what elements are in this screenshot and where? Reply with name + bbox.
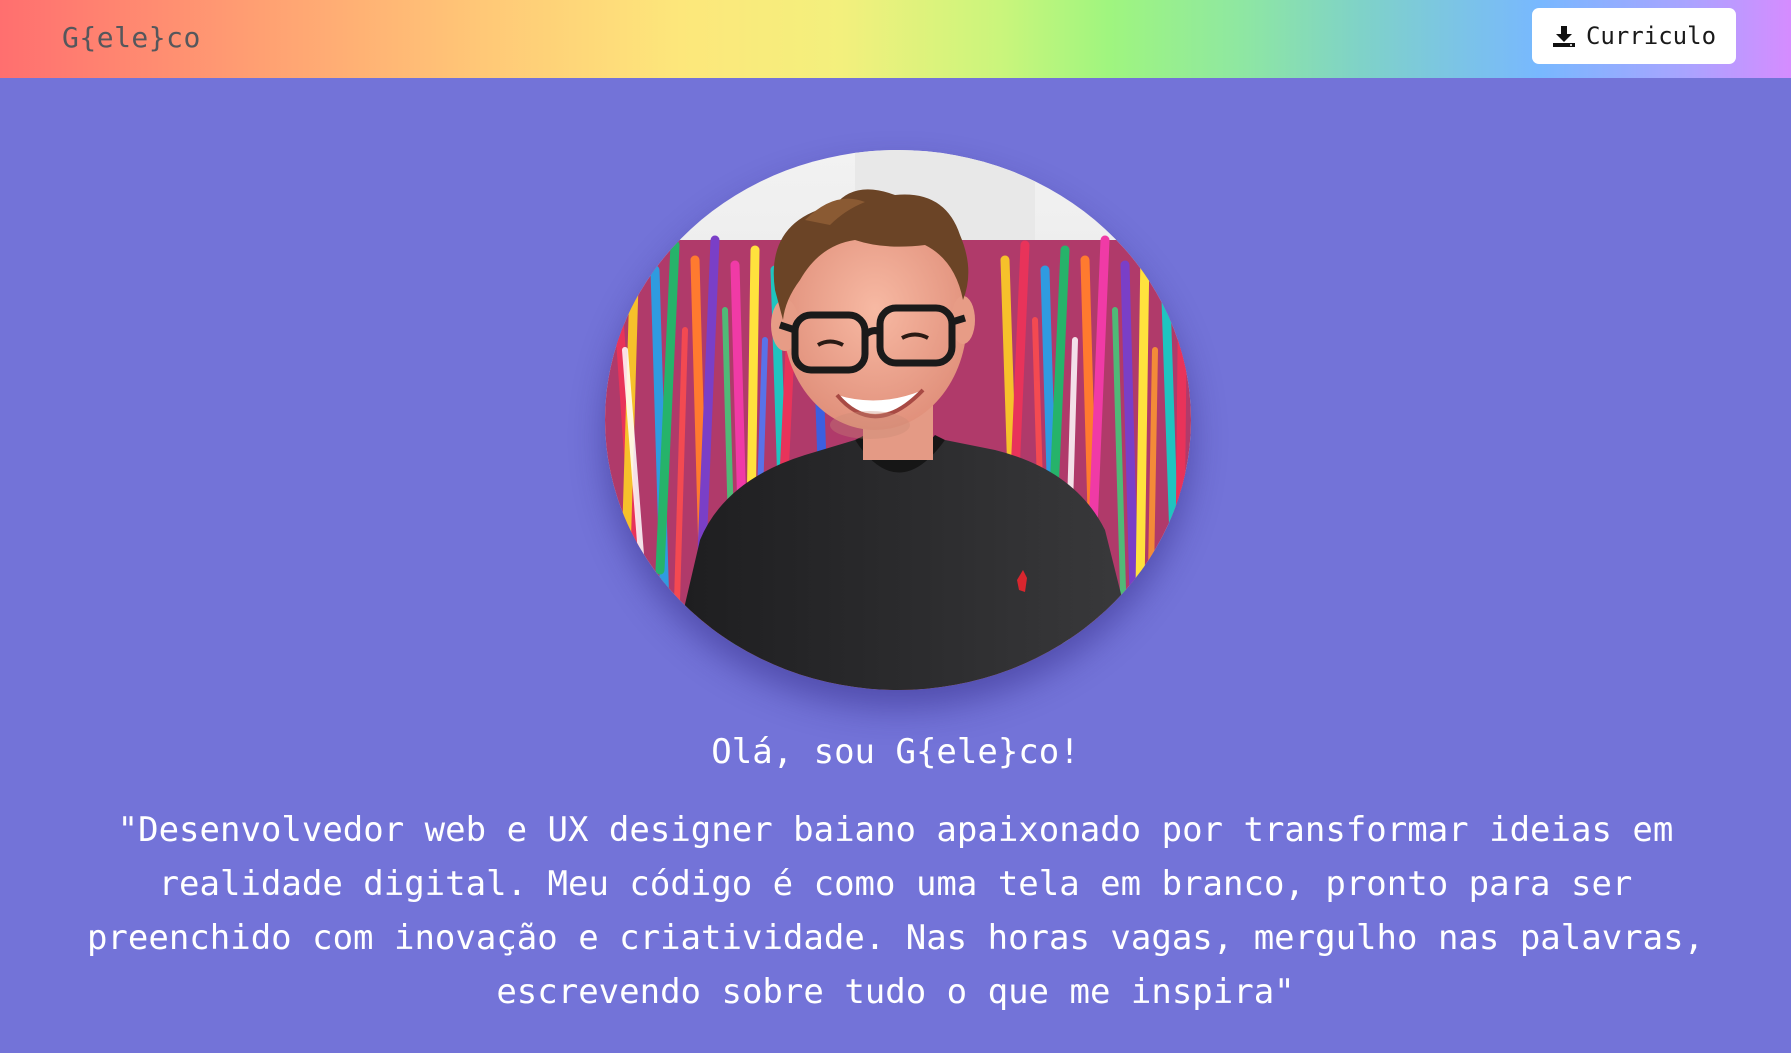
download-icon: [1552, 24, 1576, 48]
download-resume-label: Curriculo: [1585, 22, 1717, 50]
greeting-heading: Olá, sou G{ele}co!: [711, 732, 1080, 772]
bio-paragraph: "Desenvolvedor web e UX designer baiano …: [86, 810, 1705, 1012]
brand-logo-link[interactable]: G{ele}co: [62, 19, 201, 57]
download-resume-button[interactable]: Curriculo: [1532, 8, 1736, 64]
navbar: G{ele}co Curriculo: [0, 0, 1791, 78]
profile-photo: [605, 150, 1191, 690]
